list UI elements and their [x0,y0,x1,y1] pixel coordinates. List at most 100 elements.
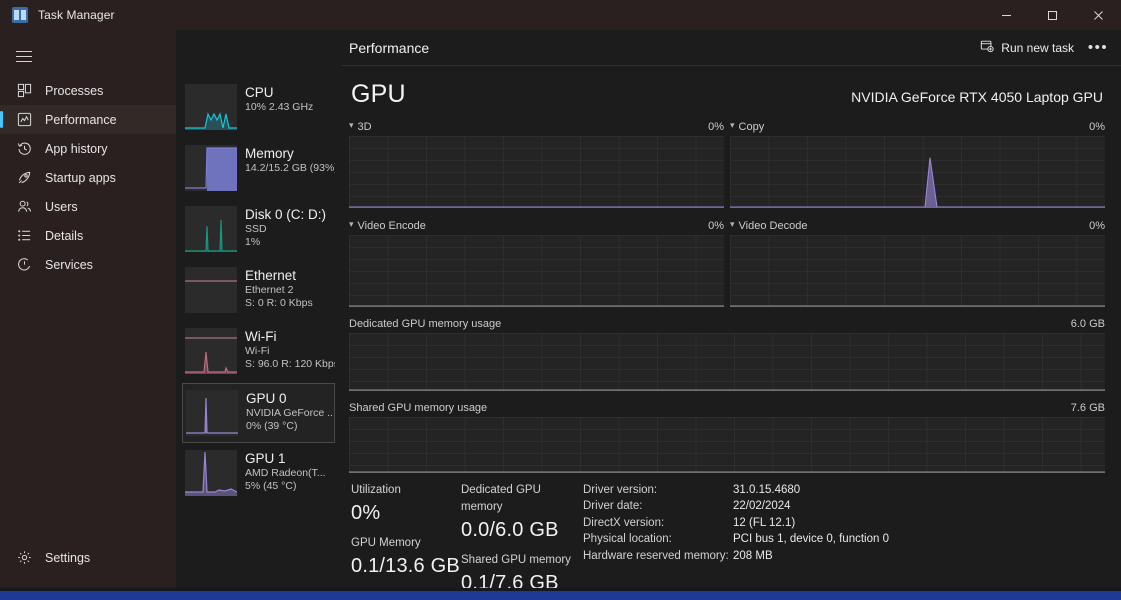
device-line1: 10% 2.43 GHz [245,101,314,113]
engine-label-row[interactable]: ▾ Copy 0% [730,119,1105,134]
device-name: GPU 1 [245,451,286,466]
more-options-button[interactable]: ••• [1083,35,1113,61]
gpu0-sparkline [186,390,238,436]
device-line2: S: 0 R: 0 Kbps [245,297,313,309]
sidebar-item-settings[interactable]: Settings [0,543,176,572]
device-line1: SSD [245,223,267,235]
dedicated-memory-block: Dedicated GPU memory usage 6.0 GB [349,316,1105,391]
sidebar-item-services[interactable]: Services [0,250,176,279]
sidebar-item-label: Processes [45,83,104,98]
dedicated-memory-label-row: Dedicated GPU memory usage 6.0 GB [349,316,1105,331]
engine-block-video-encode: ▾ Video Encode 0% [349,218,724,307]
detail-row: Physical location: PCI bus 1, device 0, … [583,531,1103,547]
shared-memory-graph [349,417,1105,473]
chevron-down-icon: ▾ [349,120,354,130]
shared-memory-label-row: Shared GPU memory usage 7.6 GB [349,400,1105,415]
page-title: Performance [349,39,430,56]
sidebar-item-label: Settings [45,550,91,565]
device-line2: 1% [245,236,261,248]
memory-sparkline [185,145,237,191]
sidebar-item-app-history[interactable]: App history [0,134,176,163]
ethernet-sparkline [185,267,237,313]
detail-key: Hardware reserved memory: [583,549,729,562]
sidebar-item-label: Details [45,228,84,243]
sidebar-item-details[interactable]: Details [0,221,176,250]
dedicated-memory-max: 6.0 GB [1070,317,1105,330]
device-list: CPU 10% 2.43 GHz Memory 14.2/15.2 GB (93… [176,30,341,588]
engine-value: 0% [1089,219,1105,232]
gpu-stats: Utilization 0% GPU Memory 0.1/13.6 GB De… [349,473,1105,600]
run-task-icon [980,39,994,56]
taskmanager-icon [12,7,28,23]
maximize-button[interactable] [1029,0,1075,30]
engine-label: Copy [738,120,765,133]
engine-label-row[interactable]: ▾ Video Encode 0% [349,218,724,233]
sidebar-item-label: Services [45,257,93,272]
detail-row: Hardware reserved memory: 208 MB [583,548,1103,564]
engine-label-row[interactable]: ▾ 3D 0% [349,119,724,134]
device-item-wifi[interactable]: Wi-Fi Wi-Fi S: 96.0 R: 120 Kbps [182,322,335,382]
device-item-ethernet[interactable]: Ethernet Ethernet 2 S: 0 R: 0 Kbps [182,261,335,321]
desktop-taskbar[interactable] [0,588,1121,600]
engine-block-3d: ▾ 3D 0% [349,119,724,208]
device-name: Memory [245,146,294,161]
minimize-button[interactable] [983,0,1029,30]
performance-icon [16,111,33,128]
chevron-down-icon: ▾ [730,120,735,130]
gpu-heading: GPU [351,80,406,108]
utilization-label: Utilization [351,484,401,496]
detail-value: 12 (FL 12.1) [733,516,796,529]
stats-column-details: Driver version: 31.0.15.4680 Driver date… [581,482,1103,600]
sidebar-item-processes[interactable]: Processes [0,76,176,105]
gpu-memory-label: GPU Memory [351,537,421,549]
engine-value: 0% [708,219,724,232]
window-title: Task Manager [38,8,115,22]
engine-label: Video Encode [357,219,426,232]
device-name: GPU 0 [246,391,287,406]
detail-row: Driver version: 31.0.15.4680 [583,482,1103,498]
engine-label-row[interactable]: ▾ Video Decode 0% [730,218,1105,233]
dedicated-label: Dedicated GPU memory [461,484,541,513]
device-name: Disk 0 (C: D:) [245,207,326,222]
device-line2: 0% (39 °C) [246,420,298,432]
utilization-value: 0% [351,502,381,524]
gpu-model-name: NVIDIA GeForce RTX 4050 Laptop GPU [851,89,1103,105]
gpu-memory-value: 0.1/13.6 GB [351,555,460,577]
gpu-heading-row: GPU NVIDIA GeForce RTX 4050 Laptop GPU [349,80,1105,109]
device-name: Ethernet [245,268,297,283]
engine-block-video-decode: ▾ Video Decode 0% [730,218,1105,307]
stats-column-utilization: Utilization 0% GPU Memory 0.1/13.6 GB [351,482,461,600]
engine-graph-video-encode [349,235,724,307]
detail-key: Physical location: [583,533,672,546]
detail-value: 22/02/2024 [733,500,791,513]
taskbar-divider [0,588,1121,591]
close-button[interactable] [1075,0,1121,30]
main-panel: Performance Run new task ••• GPU NVIDIA … [341,30,1121,594]
device-item-disk0[interactable]: Disk 0 (C: D:) SSD 1% [182,200,335,260]
history-icon [16,140,33,157]
engine-graph-row-1: ▾ 3D 0% ▾ Copy 0% [349,119,1105,208]
engine-graph-row-2: ▾ Video Encode 0% ▾ Video Decode 0% [349,218,1105,307]
sidebar-item-users[interactable]: Users [0,192,176,221]
device-line2: 5% (45 °C) [245,480,297,492]
sidebar-item-startup-apps[interactable]: Startup apps [0,163,176,192]
device-item-gpu0[interactable]: GPU 0 NVIDIA GeForce ... 0% (39 °C) [182,383,335,443]
dedicated-value: 0.0/6.0 GB [461,519,559,541]
gpu1-sparkline [185,450,237,496]
engine-label: Video Decode [738,219,808,232]
hamburger-menu-button[interactable] [0,36,176,76]
engine-graph-copy [730,136,1105,208]
shared-memory-label: Shared GPU memory usage [349,401,488,414]
dedicated-memory-graph [349,333,1105,391]
dedicated-memory-label: Dedicated GPU memory usage [349,317,502,330]
sidebar-item-label: Startup apps [45,170,116,185]
device-item-gpu1[interactable]: GPU 1 AMD Radeon(T... 5% (45 °C) [182,444,335,504]
device-item-cpu[interactable]: CPU 10% 2.43 GHz [182,78,335,138]
device-item-memory[interactable]: Memory 14.2/15.2 GB (93%) [182,139,335,199]
details-icon [16,227,33,244]
sidebar-item-performance[interactable]: Performance [0,105,176,134]
detail-value: 31.0.15.4680 [733,484,801,496]
detail-row: DirectX version: 12 (FL 12.1) [583,515,1103,531]
stats-column-memory: Dedicated GPU memory 0.0/6.0 GB Shared G… [461,482,581,600]
run-new-task-button[interactable]: Run new task [971,34,1083,61]
